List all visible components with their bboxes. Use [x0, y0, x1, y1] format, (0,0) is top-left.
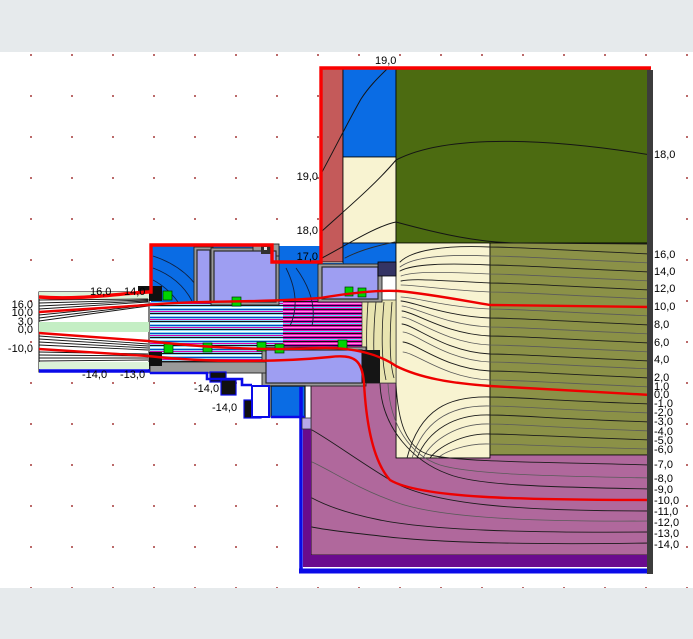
right-scale-label: 12,0 [654, 284, 675, 295]
frame-bottom-label: -14,0 [212, 403, 237, 414]
glazing-unit [39, 292, 149, 372]
insulation-olive [396, 68, 650, 243]
right-scale-label: 16,0 [654, 250, 675, 261]
isotherm-label-midleft: 19,0 [278, 172, 318, 183]
chamber [214, 251, 276, 302]
isotherm-label-glazing-top: 16,0 [90, 287, 111, 298]
right-scale-label: -14,0 [654, 540, 679, 551]
isotherm-label-glazing-bottom: -14,0 [82, 370, 107, 381]
isotherm-label-midleft: 18,0 [278, 226, 318, 237]
lintel-blue-upper [343, 68, 396, 157]
isotherm-label-glazing-top: 14,0 [124, 287, 145, 298]
isotherm-drawing [0, 0, 693, 639]
frame-bottom-label: -14,0 [194, 384, 219, 395]
right-scale-label: 10,0 [654, 302, 675, 313]
left-scale-label: 0,0 [0, 325, 33, 336]
right-scale-label: -7,0 [654, 460, 673, 471]
application-canvas[interactable]: 19,0 19,0 18,0 17,0 16,0 14,0 -14,0 -13,… [0, 0, 693, 639]
lintel-cream [343, 157, 396, 243]
air-gap-block [252, 386, 269, 417]
plaster-layer [322, 68, 343, 262]
left-scale-label: -10,0 [0, 344, 33, 355]
isotherm-label-top: 19,0 [375, 56, 396, 67]
isotherm-label-glazing-bottom: -13,0 [120, 370, 145, 381]
isotherm-label-midleft: 17,0 [278, 252, 318, 263]
right-scale-label: 18,0 [654, 150, 675, 161]
drip-edge [221, 380, 236, 395]
chamber [197, 250, 210, 302]
right-scale-label: 6,0 [654, 338, 669, 349]
thermal-break [378, 262, 396, 276]
right-scale-label: 8,0 [654, 320, 669, 331]
right-scale-label: -6,0 [654, 445, 673, 456]
right-scale-label: 4,0 [654, 355, 669, 366]
glazing-mid-band [39, 322, 149, 332]
sill-chamber [266, 350, 362, 383]
frame-bottom-shell [150, 362, 268, 373]
right-scale-label: 14,0 [654, 267, 675, 278]
mortar-block [302, 418, 311, 429]
